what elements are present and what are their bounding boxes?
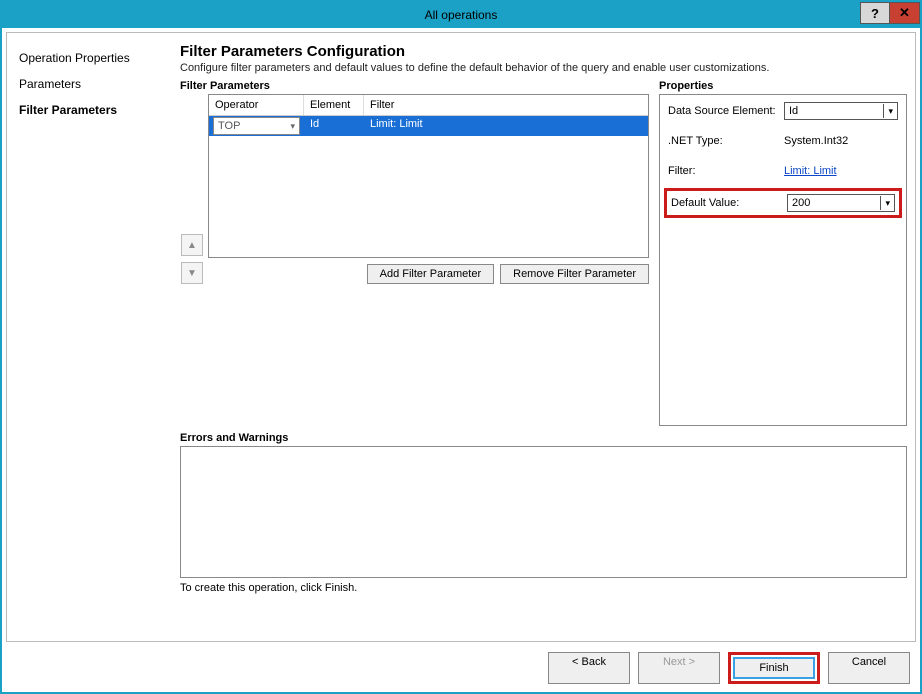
sidebar-item-operation-properties[interactable]: Operation Properties: [15, 45, 180, 71]
titlebar-controls: ? ✕: [860, 2, 920, 24]
remove-filter-parameter-button[interactable]: Remove Filter Parameter: [500, 264, 649, 284]
close-button[interactable]: ✕: [890, 2, 920, 24]
titlebar: All operations ? ✕: [2, 2, 920, 28]
filter-label: Filter:: [668, 165, 778, 177]
footer-buttons: < Back Next > Finish Cancel: [2, 646, 920, 692]
grid-header-filter: Filter: [364, 95, 648, 115]
chevron-down-icon: ▾: [883, 104, 893, 118]
window-title: All operations: [2, 8, 920, 22]
filter-link[interactable]: Limit: Limit: [784, 165, 837, 177]
next-button: Next >: [638, 652, 720, 684]
default-value-row-highlighted: Default Value: 200 ▾: [664, 188, 902, 218]
data-source-element-value: Id: [789, 105, 798, 117]
main-panel: Filter Parameters Configuration Configur…: [180, 41, 907, 637]
cancel-button[interactable]: Cancel: [828, 652, 910, 684]
operator-select[interactable]: TOP ▾: [213, 117, 300, 135]
grid-cell-filter: Limit: Limit: [364, 116, 648, 136]
hint-text: To create this operation, click Finish.: [180, 582, 907, 594]
back-button[interactable]: < Back: [548, 652, 630, 684]
grid-header-element: Element: [304, 95, 364, 115]
help-button[interactable]: ?: [860, 2, 890, 24]
data-source-element-label: Data Source Element:: [668, 105, 778, 117]
sidebar-item-filter-parameters[interactable]: Filter Parameters: [15, 97, 180, 123]
dialog-window: All operations ? ✕ Operation Properties …: [0, 0, 922, 694]
move-up-button[interactable]: ▲: [181, 234, 203, 256]
operator-value: TOP: [218, 120, 240, 132]
dialog-content: Operation Properties Parameters Filter P…: [6, 32, 916, 642]
errors-and-warnings-box: [180, 446, 907, 578]
net-type-label: .NET Type:: [668, 135, 778, 147]
default-value-label: Default Value:: [671, 197, 781, 209]
chevron-down-icon: ▾: [290, 121, 295, 132]
reorder-buttons: ▲ ▼: [180, 94, 204, 284]
net-type-value: System.Int32: [784, 135, 898, 147]
page-subtitle: Configure filter parameters and default …: [180, 62, 907, 74]
default-value-select[interactable]: 200 ▾: [787, 194, 895, 212]
add-filter-parameter-button[interactable]: Add Filter Parameter: [367, 264, 494, 284]
sidebar: Operation Properties Parameters Filter P…: [15, 41, 180, 637]
finish-button[interactable]: Finish: [733, 657, 815, 679]
sidebar-item-parameters[interactable]: Parameters: [15, 71, 180, 97]
grid-cell-element: Id: [304, 116, 364, 136]
errors-and-warnings-label: Errors and Warnings: [180, 432, 907, 444]
filter-parameters-grid[interactable]: Operator Element Filter TOP ▾: [208, 94, 649, 258]
move-down-button[interactable]: ▼: [181, 262, 203, 284]
grid-header-operator: Operator: [209, 95, 304, 115]
default-value-text: 200: [792, 197, 810, 209]
grid-header: Operator Element Filter: [209, 95, 648, 116]
data-source-element-select[interactable]: Id ▾: [784, 102, 898, 120]
chevron-down-icon: ▾: [880, 196, 890, 210]
properties-label: Properties: [659, 80, 907, 92]
page-title: Filter Parameters Configuration: [180, 43, 907, 60]
grid-row[interactable]: TOP ▾ Id Limit: Limit: [209, 116, 648, 136]
finish-button-highlight: Finish: [728, 652, 820, 684]
properties-panel: Data Source Element: Id ▾ .NET Type: Sys…: [659, 94, 907, 426]
filter-parameters-label: Filter Parameters: [180, 80, 649, 92]
